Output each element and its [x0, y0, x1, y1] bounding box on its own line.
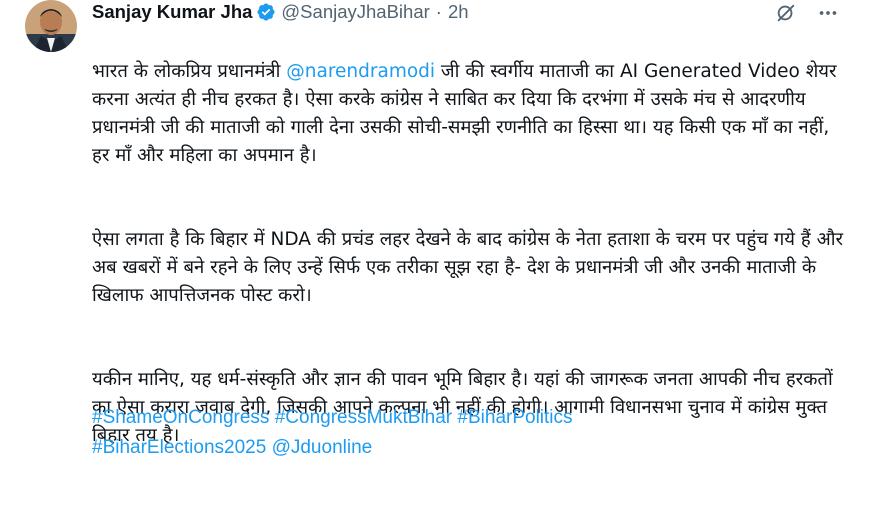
- grok-icon[interactable]: [774, 1, 798, 25]
- author-handle[interactable]: @SanjayJhaBihar: [281, 1, 429, 23]
- tweet-header: Sanjay Kumar Jha @SanjayJhaBihar · 2h: [92, 0, 812, 24]
- verified-badge-icon: [256, 2, 276, 22]
- text-segment: भारत के लोकप्रिय प्रधानमंत्री: [92, 61, 287, 82]
- more-icon[interactable]: [816, 1, 840, 25]
- avatar-image: [25, 0, 77, 52]
- paragraph-1: भारत के लोकप्रिय प्रधानमंत्री @narendram…: [92, 58, 852, 170]
- timestamp[interactable]: 2h: [448, 1, 469, 23]
- mention-link[interactable]: @narendramodi: [286, 61, 435, 82]
- hashtag-link[interactable]: #ShameOnCongress: [92, 407, 269, 428]
- hashtag-link[interactable]: #CongressMuktBihar: [275, 407, 452, 428]
- paragraph-2: ऐसा लगता है कि बिहार में NDA की प्रचंड ल…: [92, 229, 844, 306]
- author-name[interactable]: Sanjay Kumar Jha: [92, 1, 252, 23]
- hashtag-link[interactable]: #BiharPolitics: [457, 407, 572, 428]
- hashtag-line: #ShameOnCongress #CongressMuktBihar #Bih…: [92, 403, 852, 463]
- avatar[interactable]: [25, 0, 77, 52]
- separator-dot: ·: [435, 1, 442, 22]
- mention-link[interactable]: @Jduonline: [272, 437, 373, 458]
- hashtag-link[interactable]: #BiharElections2025: [92, 437, 266, 458]
- tweet-actions: [774, 0, 840, 26]
- tweet: Sanjay Kumar Jha @SanjayJhaBihar · 2h भा…: [0, 0, 870, 468]
